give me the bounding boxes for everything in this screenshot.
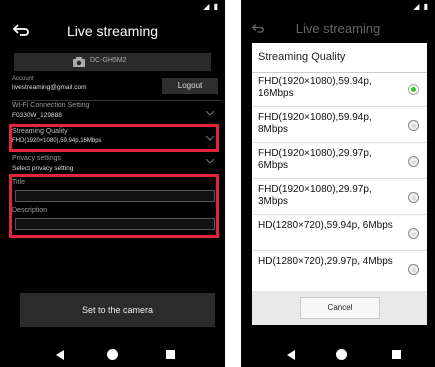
status-bar: ◢ ▮: [0, 0, 225, 13]
quality-option[interactable]: FHD(1920×1080),59.94p, 8Mbps: [252, 109, 427, 143]
option-label: FHD(1920×1080),29.97p, 6Mbps: [258, 148, 372, 171]
option-label: FHD(1920×1080),29.97p, 3Mbps: [258, 184, 372, 207]
chevron-down-icon: [206, 159, 214, 164]
account-row: Account livestreaming@gmail.com Logout: [12, 76, 222, 100]
nav-back-icon[interactable]: [287, 350, 295, 360]
privacy-value: Select privacy setting: [12, 165, 74, 172]
nav-bar: [0, 343, 225, 367]
quality-option[interactable]: HD(1280×720),59.94p, 6Mbps: [252, 217, 427, 251]
highlight-title-description: [9, 174, 219, 238]
radio-selected[interactable]: [408, 84, 419, 95]
live-streaming-screen: ◢ ▮ Live streaming DC-GH5M2 Account live…: [0, 0, 225, 367]
privacy-settings-row[interactable]: Privacy settings Select privacy setting: [12, 155, 222, 175]
radio-unselected[interactable]: [408, 156, 419, 167]
privacy-label: Privacy settings: [12, 155, 62, 162]
status-bar: ◢ ▮: [241, 0, 435, 13]
radio-unselected[interactable]: [408, 192, 419, 203]
quality-option[interactable]: FHD(1920×1080),29.97p, 6Mbps: [252, 145, 427, 179]
set-to-camera-button[interactable]: Set to the camera: [20, 293, 215, 327]
title-bar: Live streaming: [0, 13, 225, 51]
highlight-streaming-quality: [9, 124, 219, 152]
option-label: HD(1280×720),29.97p, 4Mbps: [258, 256, 393, 267]
nav-recents-icon[interactable]: [166, 350, 175, 359]
nav-recents-icon[interactable]: [392, 350, 401, 359]
radio-unselected[interactable]: [408, 264, 419, 275]
option-label: HD(1280×720),59.94p, 6Mbps: [258, 220, 393, 231]
dialog-title: Streaming Quality: [258, 51, 346, 63]
page-title: Live streaming: [66, 23, 159, 39]
dimmed-title-bar: Live streaming: [241, 13, 435, 43]
chevron-down-icon: [206, 111, 214, 116]
streaming-quality-dialog: Streaming Quality FHD(1920×1080),59.94p,…: [252, 43, 427, 325]
wifi-label: Wi-Fi Connection Setting: [12, 102, 90, 109]
dimmed-page-title: Live streaming: [295, 21, 381, 36]
cancel-button[interactable]: Cancel: [300, 297, 380, 319]
quality-option[interactable]: HD(1280×720),29.97p, 4Mbps: [252, 253, 427, 287]
camera-name: DC-GH5M2: [90, 57, 127, 64]
option-label: FHD(1920×1080),59.94p, 16Mbps: [258, 76, 372, 99]
option-label: FHD(1920×1080),59.94p, 8Mbps: [258, 112, 372, 135]
radio-unselected[interactable]: [408, 228, 419, 239]
wifi-value: F0330W_129888: [12, 112, 62, 119]
quality-option[interactable]: FHD(1920×1080),59.94p, 16Mbps: [252, 73, 427, 107]
streaming-quality-dialog-screen: ◢ ▮ Live streaming Streaming Quality FHD…: [241, 0, 435, 367]
signal-battery-icon: ◢ ▮: [203, 2, 219, 11]
dialog-footer: Cancel: [252, 291, 427, 325]
logout-button[interactable]: Logout: [162, 78, 218, 94]
nav-back-icon[interactable]: [56, 350, 64, 360]
nav-home-icon[interactable]: [336, 349, 347, 360]
divider: [12, 100, 222, 101]
quality-option[interactable]: FHD(1920×1080),29.97p, 3Mbps: [252, 181, 427, 215]
camera-icon: [73, 57, 85, 67]
nav-bar: [241, 343, 435, 367]
nav-home-icon[interactable]: [107, 349, 118, 360]
camera-name-bar: DC-GH5M2: [14, 53, 211, 71]
signal-battery-icon: ◢ ▮: [413, 2, 429, 11]
wifi-setting-row[interactable]: Wi-Fi Connection Setting F0330W_129888: [12, 102, 222, 124]
radio-unselected[interactable]: [408, 120, 419, 131]
